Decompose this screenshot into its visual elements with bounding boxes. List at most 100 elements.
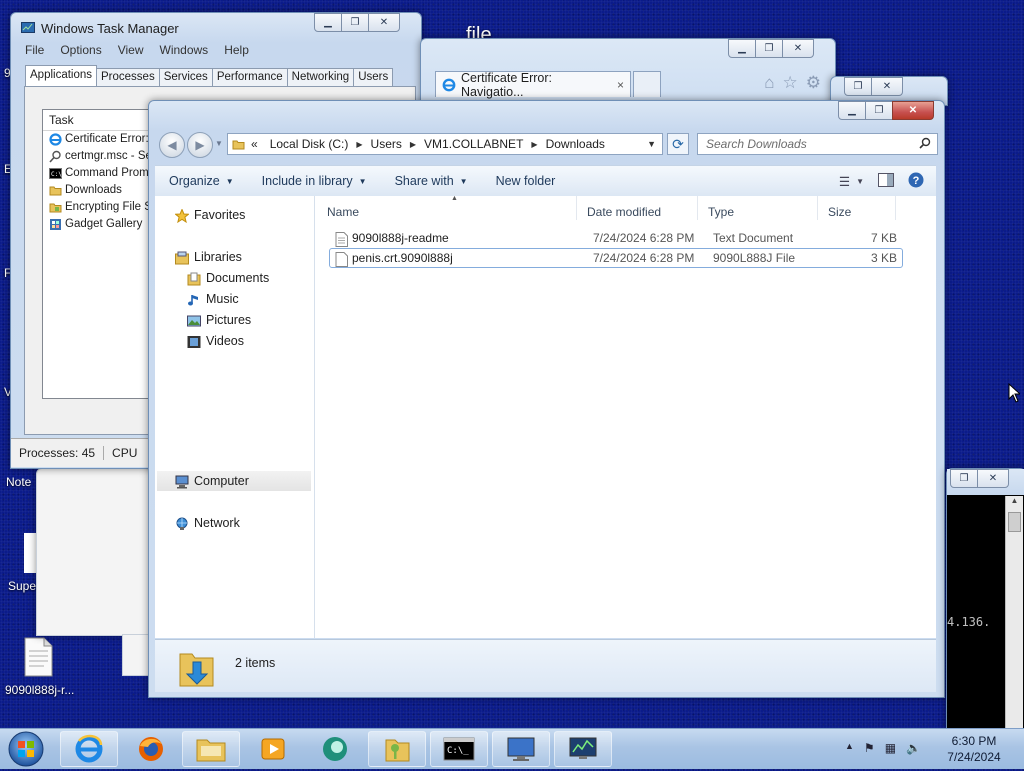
nav-documents[interactable]: Documents [187,271,269,285]
taskbar-explorer-button[interactable] [182,731,240,767]
maximize-button[interactable]: ❐ [950,469,978,488]
menu-windows[interactable]: Windows [152,43,217,57]
recent-pages-chevron-icon[interactable]: ▼ [215,139,223,148]
action-center-flag-icon[interactable]: ⚑ [864,741,875,755]
taskbar-media-player-button[interactable] [244,731,302,767]
navigation-pane: Favorites Libraries Documents Music Pict… [155,196,315,638]
breadcrumb-local-disk[interactable]: Local Disk (C:) [262,137,357,151]
nav-favorites[interactable]: Favorites [174,207,245,223]
chevron-down-icon: ▼ [459,176,468,186]
home-icon[interactable]: ⌂ [764,73,774,93]
minimize-button[interactable]: ▁ [728,39,756,58]
refresh-button[interactable]: ⟳ [667,133,689,155]
clock[interactable]: 6:30 PM 7/24/2024 [936,733,1012,765]
nav-libraries[interactable]: Libraries [175,250,242,264]
include-in-library-button[interactable]: Include in library ▼ [248,174,381,188]
menu-view[interactable]: View [110,43,152,57]
desktop-label-notepad[interactable]: Note [6,475,31,489]
file-row[interactable]: 9090l888j-readme 7/24/2024 6:28 PM Text … [329,228,903,248]
taskbar-firefox-button[interactable] [122,731,180,767]
status-processes: Processes: 45 [11,446,105,460]
preview-pane-icon[interactable] [878,172,894,190]
start-button[interactable] [4,730,48,768]
breadcrumb-vm1-collabnet[interactable]: VM1.COLLABNET [416,137,531,151]
nav-pictures[interactable]: Pictures [187,313,251,327]
tab-close-icon[interactable]: × [617,78,624,92]
back-button[interactable]: ◀ [159,132,185,158]
share-with-button[interactable]: Share with ▼ [381,174,482,188]
forward-button[interactable]: ▶ [187,132,213,158]
breadcrumb-users[interactable]: Users [363,137,410,151]
column-header-size[interactable]: Size [818,196,896,220]
explorer-window[interactable]: ▁ ❐ ✕ ◀ ▶ ▼ « Local Disk (C:) ▶ Users ▶ … [148,100,945,698]
window-controls: ❐ ✕ [950,469,1009,488]
tab-networking[interactable]: Networking [286,68,355,88]
minimize-button[interactable]: ▁ [838,101,866,120]
scrollbar[interactable]: ▲ [1005,496,1023,730]
maximize-button[interactable]: ❐ [755,39,783,58]
chevron-down-icon[interactable]: ▼ [641,139,662,149]
close-button[interactable]: ✕ [977,469,1009,488]
taskbar-task-manager-button[interactable] [554,731,612,767]
nav-music[interactable]: Music [187,292,239,306]
close-button[interactable]: ✕ [782,39,814,58]
tab-performance[interactable]: Performance [211,68,288,88]
new-folder-button[interactable]: New folder [482,174,570,188]
menu-file[interactable]: File [17,43,52,57]
tab-users[interactable]: Users [353,68,394,88]
taskbar-app-button[interactable] [306,731,364,767]
breadcrumb-downloads[interactable]: Downloads [538,137,613,151]
taskbar-cmd-button[interactable]: C:\_ [430,731,488,767]
show-hidden-icons-chevron-icon[interactable]: ▲ [845,741,854,755]
volume-muted-icon[interactable]: 🔈 [906,741,921,755]
close-button[interactable]: ✕ [368,13,400,32]
menu-options[interactable]: Options [52,43,109,57]
tab-processes[interactable]: Processes [96,68,160,88]
background-window[interactable] [36,468,152,636]
desktop-readme-label[interactable]: 9090l888j-r... [5,683,74,697]
maximize-button[interactable]: ❐ [341,13,369,32]
taskbar-ie-button[interactable] [60,731,118,767]
maximize-button[interactable]: ❐ [844,77,872,96]
taskbar-remote-button[interactable] [492,731,550,767]
menu-help[interactable]: Help [216,43,257,57]
nav-videos[interactable]: Videos [187,334,244,348]
search-icon[interactable] [919,137,931,152]
new-tab-button[interactable] [633,71,661,97]
desktop-readme-icon[interactable] [22,637,54,677]
help-icon[interactable]: ? [908,172,924,191]
file-row[interactable]: penis.crt.9090l888j 7/24/2024 6:28 PM 90… [329,248,903,268]
network-tray-icon[interactable]: ▦ [885,741,896,755]
file-list[interactable]: Name Date modified Type Size ▲ 9090l888j… [315,195,936,638]
column-header-name[interactable]: Name [315,196,577,220]
file-name: 9090l888j-readme [352,231,449,245]
close-button[interactable]: ✕ [892,101,934,120]
desktop-label-super[interactable]: Supe [8,579,36,593]
documents-icon [187,272,201,285]
mouse-cursor-icon [1008,382,1022,406]
folder-icon [49,184,62,197]
close-button[interactable]: ✕ [871,77,903,96]
maximize-button[interactable]: ❐ [865,101,893,120]
browser-tab[interactable]: Certificate Error: Navigatio... × [435,71,631,99]
desktop-file-icon[interactable] [24,533,36,573]
nav-computer[interactable]: Computer [157,471,311,491]
tab-services[interactable]: Services [158,68,213,88]
organize-button[interactable]: Organize ▼ [155,174,248,188]
view-options-button[interactable]: ☰ ▼ [839,174,864,189]
search-input[interactable]: Search Downloads [697,133,938,155]
minimize-button[interactable]: ▁ [314,13,342,32]
address-bar[interactable]: « Local Disk (C:) ▶ Users ▶ VM1.COLLABNE… [227,133,663,155]
favorites-star-icon[interactable]: ☆ [783,73,798,93]
column-header-date[interactable]: Date modified [577,196,698,220]
breadcrumb-overflow[interactable]: « [245,137,262,151]
command-bar: Organize ▼ Include in library ▼ Share with… [155,165,936,197]
command-prompt-window[interactable]: ❐ ✕ 4.136. ▲ [946,468,1024,732]
taskbar-certmgr-button[interactable] [368,731,426,767]
window-title: Windows Task Manager [41,21,179,36]
nav-network[interactable]: Network [175,516,240,530]
scroll-thumb [1008,512,1021,532]
clock-time: 6:30 PM [951,734,997,748]
gear-icon[interactable]: ⚙ [806,73,821,93]
column-header-type[interactable]: Type [698,196,818,220]
